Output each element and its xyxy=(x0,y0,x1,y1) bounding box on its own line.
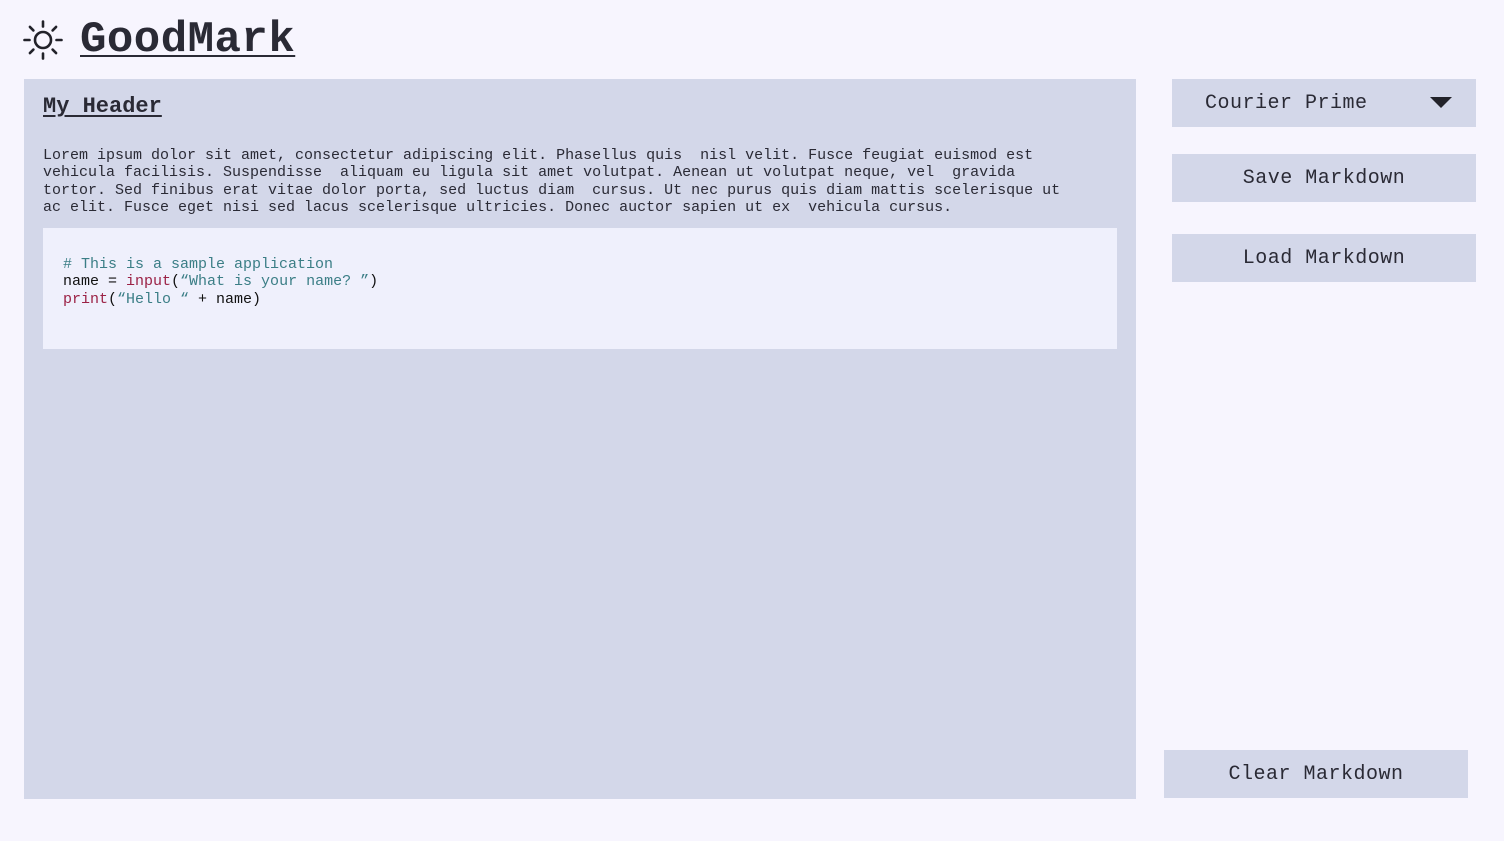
app-window: GoodMark My Header Lorem ipsum dolor sit… xyxy=(0,0,1504,841)
code-token: name = xyxy=(63,273,127,291)
markdown-preview-pane[interactable]: My Header Lorem ipsum dolor sit amet, co… xyxy=(24,79,1136,799)
app-header: GoodMark xyxy=(22,10,295,70)
code-function: input xyxy=(126,273,172,291)
code-token: ) xyxy=(369,273,379,291)
document-paragraph: Lorem ipsum dolor sit amet, consectetur … xyxy=(43,147,1061,216)
code-string: “What is your name? ” xyxy=(180,273,370,291)
font-select-dropdown[interactable]: Courier Prime xyxy=(1172,79,1476,127)
save-markdown-button[interactable]: Save Markdown xyxy=(1172,154,1476,202)
code-token: ( xyxy=(171,273,181,291)
code-token: + name) xyxy=(189,290,262,308)
code-comment: # This is a sample application xyxy=(63,256,334,274)
code-block: # This is a sample application name = in… xyxy=(43,228,1117,350)
code-token: ( xyxy=(108,290,118,308)
code-function: print xyxy=(63,290,109,308)
font-select-value: Courier Prime xyxy=(1205,91,1368,115)
load-markdown-button[interactable]: Load Markdown xyxy=(1172,234,1476,282)
document-heading: My Header xyxy=(43,94,162,119)
chevron-down-icon xyxy=(1430,97,1452,108)
sun-icon[interactable] xyxy=(22,19,64,61)
clear-markdown-button[interactable]: Clear Markdown xyxy=(1164,750,1468,798)
app-title-link[interactable]: GoodMark xyxy=(80,15,295,65)
code-string: “Hello “ xyxy=(117,290,190,308)
